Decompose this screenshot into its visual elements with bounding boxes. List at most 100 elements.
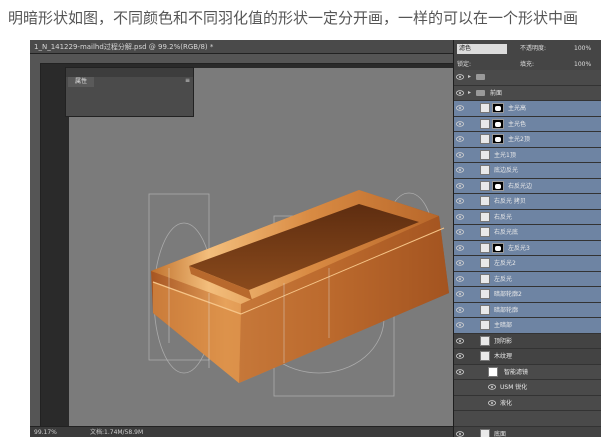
layer-thumbnail[interactable] — [480, 180, 490, 191]
canvas[interactable] — [69, 68, 461, 428]
layer-thumbnail[interactable] — [480, 165, 490, 175]
layer-name: 底面 — [494, 430, 507, 437]
eye-icon[interactable] — [456, 260, 464, 266]
opacity-input[interactable]: 100% — [574, 44, 591, 54]
layer-name: 前面 — [490, 89, 503, 97]
layer-row[interactable]: 主光高 — [454, 101, 601, 117]
eye-icon[interactable] — [456, 198, 464, 204]
layer-name: 木纹理 — [494, 353, 513, 360]
eye-icon[interactable] — [456, 213, 464, 220]
layer-row[interactable]: 左反光2 — [454, 256, 601, 272]
layer-name: 主光色 — [508, 120, 527, 128]
eye-icon[interactable] — [456, 136, 464, 142]
layer-name: 智能滤镜 — [504, 368, 529, 376]
layer-mask-thumbnail[interactable] — [492, 180, 504, 191]
ruler-horizontal[interactable] — [40, 54, 453, 69]
eye-icon[interactable] — [488, 384, 496, 390]
layer-row[interactable]: 主暗部 — [454, 318, 601, 334]
layer-row[interactable]: 主光2顶 — [454, 132, 601, 148]
eye-icon[interactable] — [456, 244, 464, 251]
layer-name: 暗部轮廓2 — [494, 291, 522, 298]
layer-name: 主光高 — [508, 105, 527, 112]
layer-mask-thumbnail[interactable] — [492, 242, 504, 253]
eye-icon[interactable] — [456, 430, 464, 437]
properties-panel-header[interactable] — [66, 68, 193, 77]
filter-mask-thumbnail[interactable] — [488, 366, 498, 377]
panel-menu-icon[interactable]: ≡ — [185, 77, 190, 84]
eye-icon[interactable] — [456, 368, 464, 375]
layer-row[interactable]: 底面 — [454, 427, 601, 437]
layer-row[interactable]: 底边反光 — [454, 163, 601, 179]
layer-row[interactable]: 暗部轮廓 — [454, 302, 601, 318]
eye-icon[interactable] — [488, 399, 496, 406]
layer-thumbnail[interactable] — [480, 103, 490, 113]
eye-icon[interactable] — [456, 74, 464, 80]
expand-arrow-icon[interactable]: ▸ — [468, 73, 471, 80]
eye-icon[interactable] — [456, 291, 464, 297]
eye-icon[interactable] — [456, 275, 464, 282]
layer-mask-thumbnail[interactable] — [492, 134, 504, 144]
layer-thumbnail[interactable] — [480, 304, 490, 315]
photoshop-window: 1_N_141229-mailhd过程分解.psd @ 99.2%(RGB/8)… — [30, 40, 601, 437]
layer-row[interactable]: 主光1顶 — [454, 147, 601, 163]
expand-arrow-icon[interactable]: ▸ — [468, 89, 471, 96]
layer-thumbnail[interactable] — [480, 258, 490, 268]
document-tab[interactable]: 1_N_141229-mailhd过程分解.psd @ 99.2%(RGB/8)… — [30, 40, 453, 54]
ruler-corner — [30, 54, 40, 63]
layer-thumbnail[interactable] — [480, 289, 490, 299]
layer-group-row[interactable]: ▸ — [454, 70, 601, 86]
layer-name: 主光2顶 — [508, 136, 530, 143]
layer-row[interactable] — [454, 411, 601, 427]
eye-icon[interactable] — [456, 353, 464, 359]
properties-tab[interactable]: 属性 — [68, 77, 94, 87]
layer-thumbnail[interactable] — [480, 196, 490, 206]
eye-icon[interactable] — [456, 167, 464, 173]
smart-filter-row[interactable]: 智能滤镜 — [454, 364, 601, 380]
zoom-level[interactable]: 99.17% — [34, 427, 57, 437]
eye-icon[interactable] — [456, 151, 464, 158]
layer-row[interactable]: 暗部轮廓2 — [454, 287, 601, 303]
layer-thumbnail[interactable] — [480, 227, 490, 237]
eye-icon[interactable] — [456, 120, 464, 127]
eye-icon[interactable] — [456, 229, 464, 235]
eye-icon[interactable] — [456, 306, 464, 313]
layer-thumbnail[interactable] — [480, 351, 490, 361]
layer-thumbnail[interactable] — [480, 428, 490, 437]
layer-row[interactable]: 右反光边 — [454, 178, 601, 194]
layer-row[interactable]: 右反光 拷贝 — [454, 194, 601, 210]
layers-panel: 滤色 不透明度: 100% 锁定: 填充: 100% ▸ ▸ 前面 主光高 主光色 主光2… — [453, 40, 601, 437]
layer-thumbnail[interactable] — [480, 335, 490, 346]
eye-icon[interactable] — [456, 322, 464, 328]
layer-thumbnail[interactable] — [480, 273, 490, 284]
document-size: 文档:1.74M/58.9M — [90, 429, 144, 436]
eye-icon[interactable] — [456, 89, 464, 96]
canvas-area[interactable] — [41, 64, 461, 428]
smart-filter-row[interactable]: USM 锐化 — [454, 380, 601, 396]
layer-thumbnail[interactable] — [480, 242, 490, 253]
eye-icon[interactable] — [456, 182, 464, 189]
layer-thumbnail[interactable] — [480, 118, 490, 129]
layer-name: 右反光 拷贝 — [494, 198, 526, 205]
layer-row[interactable]: 木纹理 — [454, 349, 601, 365]
layer-thumbnail[interactable] — [480, 211, 490, 222]
layer-row[interactable]: 顶阴影 — [454, 334, 601, 349]
smart-filter-row[interactable]: 液化 — [454, 395, 601, 411]
eye-icon[interactable] — [456, 105, 464, 111]
layer-row[interactable]: 左反光 — [454, 271, 601, 287]
layer-row[interactable]: 右反光底 — [454, 225, 601, 241]
layer-mask-thumbnail[interactable] — [492, 118, 504, 129]
blend-mode-select[interactable]: 滤色 — [457, 44, 507, 54]
properties-panel[interactable]: 属性 ≡ — [65, 67, 194, 117]
folder-icon — [476, 89, 485, 96]
layer-mask-thumbnail[interactable] — [492, 103, 504, 113]
fill-input[interactable]: 100% — [574, 60, 591, 70]
layer-thumbnail[interactable] — [480, 320, 490, 330]
eye-icon[interactable] — [456, 337, 464, 344]
ruler-vertical[interactable] — [30, 63, 41, 426]
layer-thumbnail[interactable] — [480, 149, 490, 160]
layer-thumbnail[interactable] — [480, 134, 490, 144]
layer-row[interactable]: 右反光 — [454, 209, 601, 225]
layer-row[interactable]: 左反光3 — [454, 240, 601, 256]
layer-group-row[interactable]: ▸ 前面 — [454, 85, 601, 101]
layer-row[interactable]: 主光色 — [454, 116, 601, 132]
